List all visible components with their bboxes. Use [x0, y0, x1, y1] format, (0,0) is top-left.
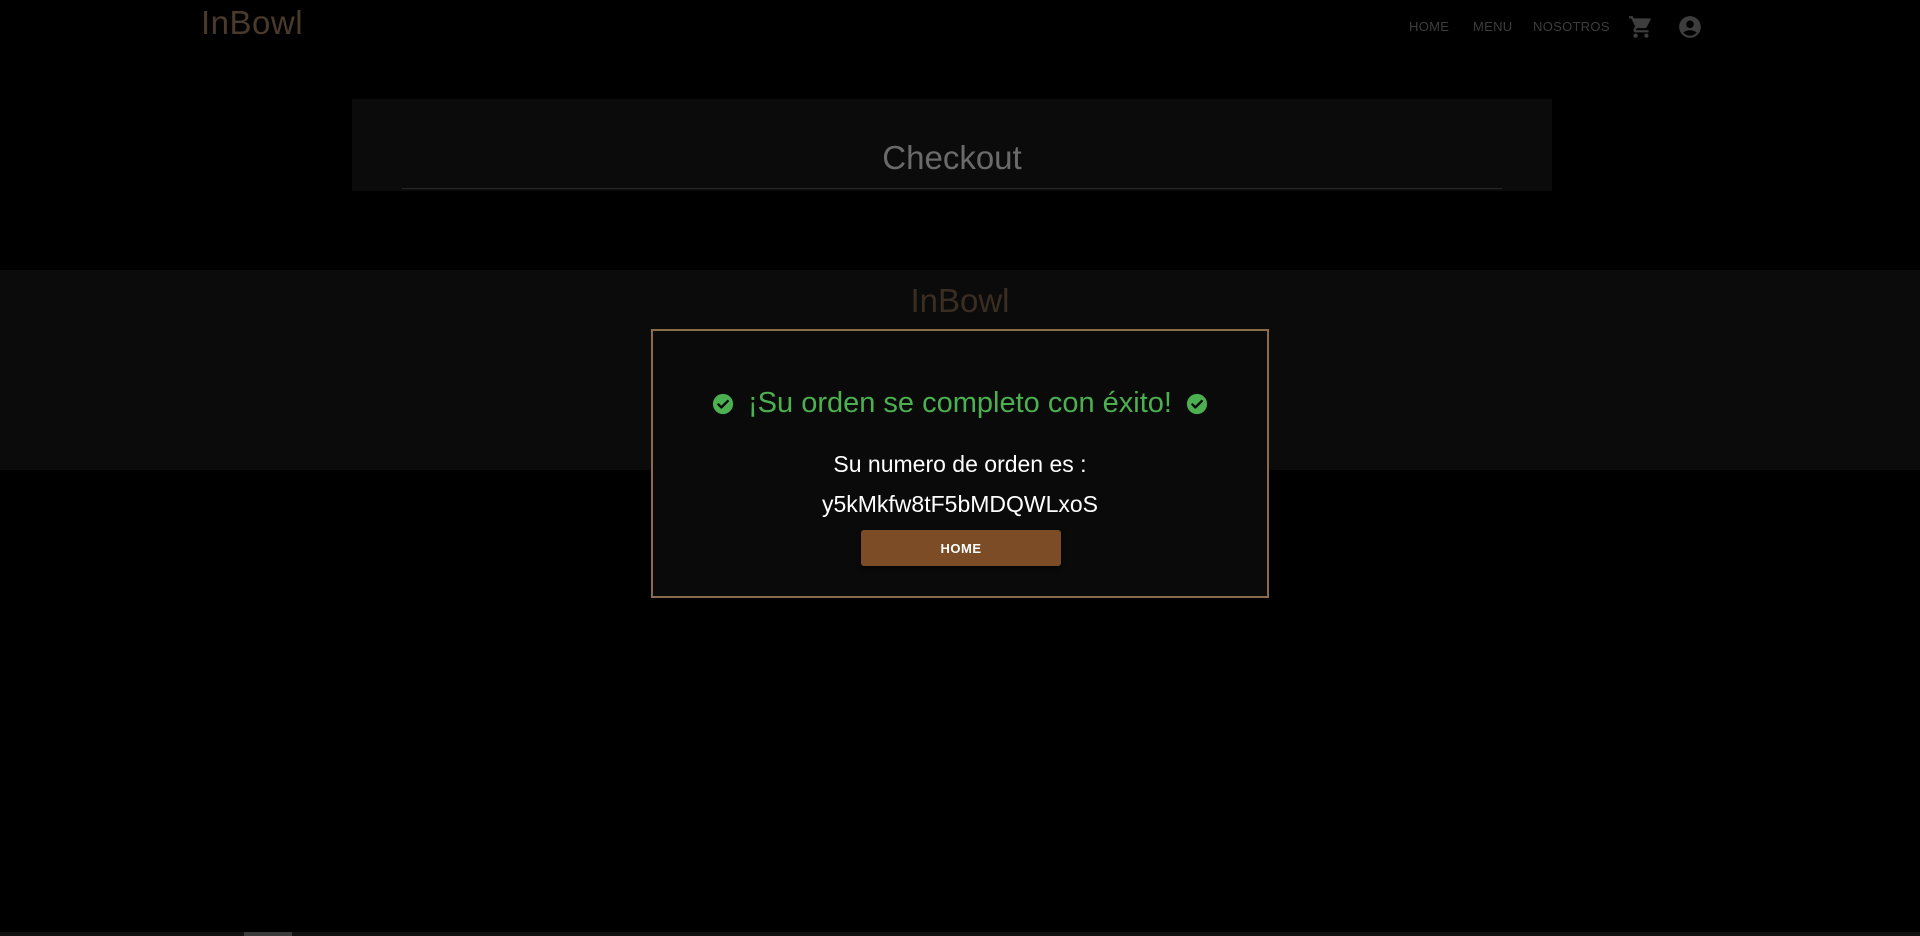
account-icon[interactable]	[1677, 14, 1703, 40]
nav-home-link[interactable]: HOME	[1409, 19, 1449, 34]
brand-logo[interactable]: InBowl	[201, 4, 303, 42]
band-brand-text: InBowl	[910, 282, 1010, 319]
cart-icon[interactable]	[1628, 14, 1654, 40]
check-circle-icon	[1186, 393, 1208, 415]
nav-nosotros-link[interactable]: NOSOTROS	[1533, 19, 1610, 34]
check-circle-icon	[712, 393, 734, 415]
nav-menu-link[interactable]: MENU	[1473, 19, 1512, 34]
scrollbar-thumb[interactable]	[244, 932, 292, 936]
order-number-label: Su numero de orden es :	[833, 451, 1087, 477]
success-message-row: ¡Su orden se completo con éxito!	[653, 387, 1267, 420]
home-button[interactable]: HOME	[861, 530, 1061, 566]
order-success-modal: ¡Su orden se completo con éxito! Su nume…	[651, 329, 1269, 598]
top-navbar: InBowl HOME MENU NOSOTROS	[0, 0, 1920, 54]
checkout-header-card: Checkout	[352, 99, 1552, 191]
page-title: Checkout	[882, 139, 1022, 176]
success-message: ¡Su orden se completo con éxito!	[748, 387, 1172, 419]
order-number-value: y5kMkfw8tF5bMDQWLxoS	[821, 491, 1099, 517]
title-divider	[402, 188, 1502, 189]
